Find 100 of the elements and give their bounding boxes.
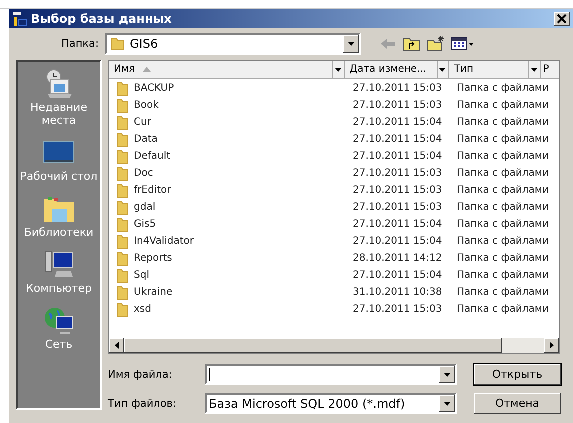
scrollbar-thumb[interactable] xyxy=(124,338,502,353)
folder-row[interactable]: Book 27.10.2011 15:03 Папка с файлами xyxy=(109,97,559,114)
folder-name: xsd xyxy=(134,304,152,315)
horizontal-scrollbar[interactable] xyxy=(109,338,559,353)
type-cell-text: Папка с файлами xyxy=(456,253,550,264)
dropdown-arrow-icon[interactable] xyxy=(444,372,450,376)
type-cell-text: Папка с файлами xyxy=(456,219,550,230)
folder-label: Папка: xyxy=(60,38,99,50)
date-cell-text: 27.10.2011 15:03 xyxy=(352,304,444,315)
folder-name: Sql xyxy=(134,270,150,281)
folder-icon xyxy=(115,268,131,284)
date-cell-text: 27.10.2011 15:03 xyxy=(352,100,444,111)
new-folder-icon[interactable] xyxy=(427,36,445,52)
file-name-field[interactable] xyxy=(205,364,457,385)
folder-row[interactable]: gdal 27.10.2011 15:03 Папка с файлами xyxy=(109,199,559,216)
place-label[interactable]: Сеть xyxy=(45,338,73,351)
type-cell-text: Папка с файлами xyxy=(456,134,550,145)
type-cell-text: Папка с файлами xyxy=(456,168,550,179)
scroll-right-arrow-icon[interactable] xyxy=(550,342,554,349)
type-cell-text: Папка с файлами xyxy=(456,185,550,196)
folder-icon xyxy=(115,284,131,300)
folder-name: Data xyxy=(134,134,158,145)
date-cell-text: 27.10.2011 15:04 xyxy=(352,117,444,128)
folder-icon xyxy=(115,216,131,232)
file-name-label: Имя файла: xyxy=(108,368,174,380)
folder-name: Default xyxy=(134,151,171,162)
folder-row[interactable]: Default 27.10.2011 15:04 Папка с файлами xyxy=(109,148,559,165)
folder-name: Book xyxy=(134,100,159,111)
dropdown-arrow-icon[interactable] xyxy=(439,68,446,72)
folder-row[interactable]: Reports 28.10.2011 14:12 Папка с файлами xyxy=(109,250,559,267)
folder-icon xyxy=(115,302,131,318)
column-header[interactable]: Имя xyxy=(109,61,332,78)
type-cell-text: Папка с файлами xyxy=(456,83,550,94)
open-button[interactable]: Открыть xyxy=(474,364,561,385)
folder-name: In4Validator xyxy=(134,236,194,247)
network-globe-icon[interactable] xyxy=(43,305,75,337)
folder-row[interactable]: Doc 27.10.2011 15:03 Папка с файлами xyxy=(109,165,559,182)
dropdown-arrow-icon[interactable] xyxy=(444,402,450,406)
folder-row[interactable]: In4Validator 27.10.2011 15:04 Папка с файлами xyxy=(109,233,559,250)
folder-row[interactable]: xsd 27.10.2011 15:03 Папка с файлами xyxy=(109,301,559,318)
dropdown-arrow-icon[interactable] xyxy=(348,42,354,46)
date-cell-text: 27.10.2011 15:04 xyxy=(352,236,444,247)
type-cell-text: Папка с файлами xyxy=(456,287,550,298)
scroll-left-arrow-icon[interactable] xyxy=(114,342,118,349)
type-cell-text: Папка с файлами xyxy=(456,151,550,162)
place-label[interactable]: Недавние места xyxy=(18,101,100,127)
sort-arrow-icon xyxy=(143,67,152,72)
folder-row[interactable]: frEditor 27.10.2011 15:03 Папка с файлами xyxy=(109,182,559,199)
dropdown-arrow-icon[interactable] xyxy=(334,68,342,72)
folder-row[interactable]: Cur 27.10.2011 15:04 Папка с файлами xyxy=(109,114,559,131)
place-label[interactable]: Рабочий стол xyxy=(20,170,98,183)
folder-icon xyxy=(110,36,126,52)
date-cell-text: 27.10.2011 15:03 xyxy=(352,168,444,179)
folder-icon xyxy=(115,234,131,250)
type-cell-text: Папка с файлами xyxy=(456,100,550,111)
folder-dropdown[interactable]: GIS6 xyxy=(105,33,361,55)
type-cell-text: Папка с файлами xyxy=(456,202,550,213)
folder-name: BACKUP xyxy=(134,83,174,94)
folder-name: Ukraine xyxy=(134,287,173,298)
folder-icon xyxy=(115,98,131,114)
folder-icon xyxy=(115,182,131,198)
type-cell-text: Папка с файлами xyxy=(456,236,550,247)
app-icon xyxy=(12,10,28,26)
folder-icon xyxy=(115,132,131,148)
view-menu-icon[interactable] xyxy=(451,36,475,52)
folder-row[interactable]: Ukraine 31.10.2011 10:38 Папка с файлами xyxy=(109,284,559,301)
folder-name: Doc xyxy=(134,168,154,179)
cancel-button[interactable]: Отмена xyxy=(474,393,561,414)
window-title: Выбор базы данных xyxy=(31,12,173,26)
folder-icon xyxy=(115,200,131,216)
folder-row[interactable]: BACKUP 27.10.2011 15:03 Папка с файлами xyxy=(109,80,559,97)
close-button[interactable] xyxy=(554,12,570,26)
folder-row[interactable]: Sql 27.10.2011 15:04 Папка с файлами xyxy=(109,267,559,284)
type-cell-text: Папка с файлами xyxy=(456,117,550,128)
type-cell-text: Папка с файлами xyxy=(456,270,550,281)
column-header[interactable]: Тип xyxy=(449,61,528,78)
date-cell-text: 27.10.2011 15:04 xyxy=(352,151,444,162)
folder-name: Reports xyxy=(134,253,172,264)
date-cell-text: 27.10.2011 15:04 xyxy=(352,270,444,281)
folder-name: Cur xyxy=(134,117,152,128)
date-cell-text: 27.10.2011 15:04 xyxy=(352,219,444,230)
place-label[interactable]: Библиотеки xyxy=(24,226,94,239)
folder-name: Gis5 xyxy=(134,219,156,230)
date-cell-text: 27.10.2011 15:03 xyxy=(352,185,444,196)
dropdown-arrow-icon[interactable] xyxy=(531,68,538,72)
column-header[interactable]: Р xyxy=(541,61,559,78)
date-cell-text: 27.10.2011 15:03 xyxy=(352,83,444,94)
file-type-dropdown[interactable]: База Microsoft SQL 2000 (*.mdf) xyxy=(205,393,457,414)
column-header[interactable]: Дата измене... xyxy=(344,61,437,78)
folder-row[interactable]: Data 27.10.2011 15:04 Папка с файлами xyxy=(109,131,559,148)
file-type-label: Тип файлов: xyxy=(108,398,178,410)
place-label[interactable]: Компьютер xyxy=(26,282,92,295)
folder-icon xyxy=(115,148,131,164)
date-cell-text: 27.10.2011 15:04 xyxy=(352,134,444,145)
folder-name: frEditor xyxy=(134,185,172,196)
folder-icon xyxy=(115,166,131,182)
up-folder-icon[interactable] xyxy=(403,36,421,52)
folder-icon xyxy=(115,114,131,130)
type-cell-text: Папка с файлами xyxy=(456,304,550,315)
folder-row[interactable]: Gis5 27.10.2011 15:04 Папка с файлами xyxy=(109,216,559,233)
